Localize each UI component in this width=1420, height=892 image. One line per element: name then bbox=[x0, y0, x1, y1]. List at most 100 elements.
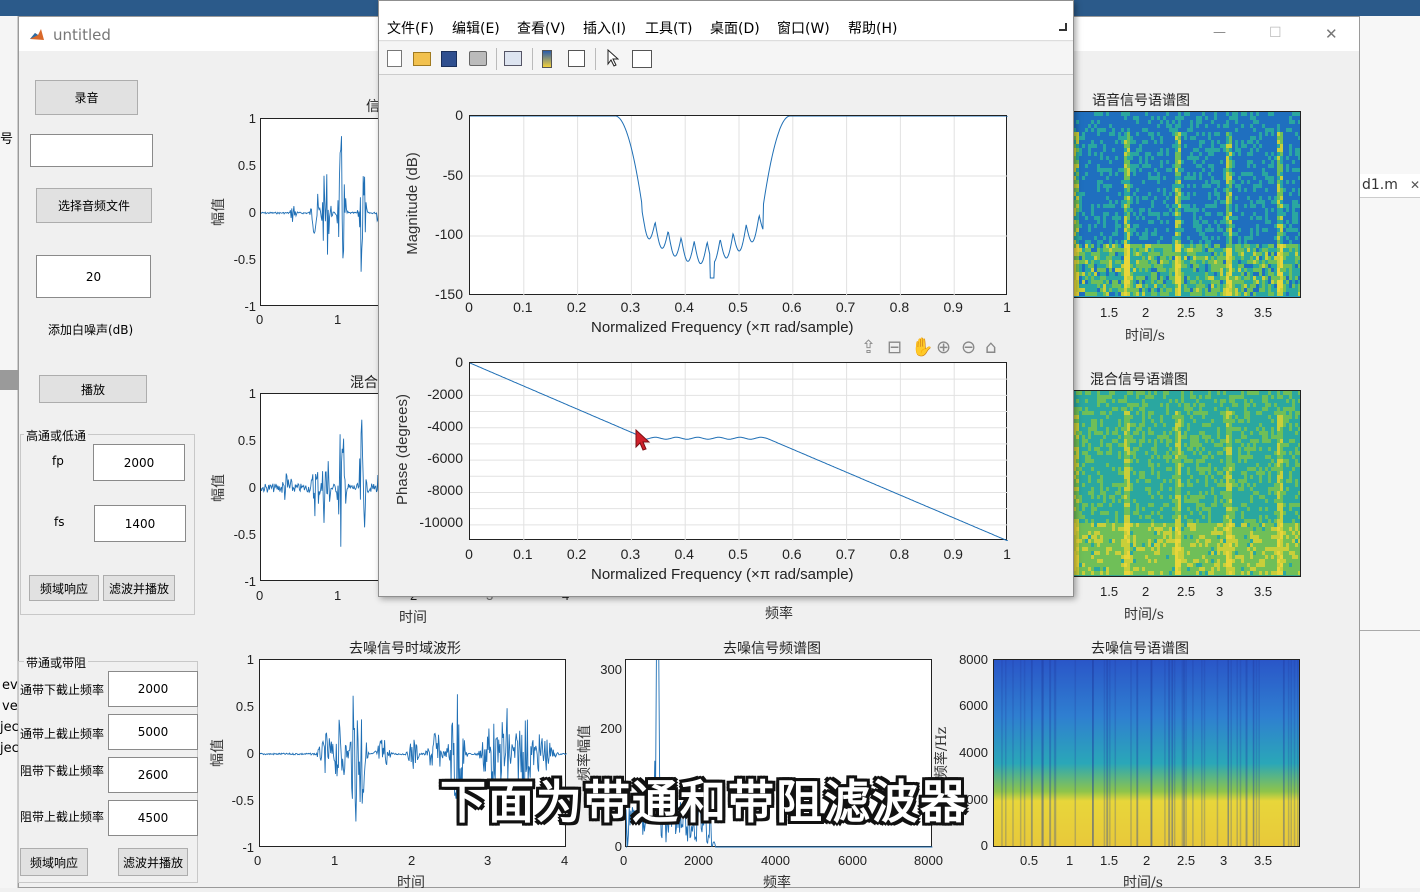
spectro-cell bbox=[1295, 256, 1298, 260]
bs-high-field[interactable]: 4500 bbox=[108, 800, 198, 836]
spectro-cell bbox=[1247, 224, 1250, 228]
spectro-cell bbox=[1121, 551, 1124, 555]
spectro-cell bbox=[1085, 116, 1088, 120]
spectro-cell bbox=[1187, 236, 1190, 240]
minimize-button[interactable]: — bbox=[1213, 25, 1226, 40]
spectro-cell bbox=[1097, 148, 1100, 152]
spectro-cell bbox=[1103, 519, 1106, 523]
tick-label: -1 bbox=[226, 574, 256, 589]
spectro-cell bbox=[1181, 288, 1184, 292]
spectro-cell bbox=[1154, 499, 1157, 503]
fs-field[interactable]: 1400 bbox=[94, 505, 186, 542]
spectro-cell bbox=[1136, 531, 1139, 535]
spectro-cell bbox=[1154, 463, 1157, 467]
spectro-cell bbox=[1103, 176, 1106, 180]
spectro-cell bbox=[1223, 200, 1226, 204]
spectro-cell bbox=[1163, 236, 1166, 240]
spectro-cell bbox=[1082, 447, 1085, 451]
spectro-cell bbox=[1121, 495, 1124, 499]
spectro-cell bbox=[1154, 539, 1157, 543]
spectro-cell bbox=[1112, 403, 1115, 407]
spectro-cell bbox=[1241, 132, 1244, 136]
choose-file-button[interactable]: 选择音频文件 bbox=[36, 188, 152, 223]
freq-response-button-1[interactable]: 频域响应 bbox=[29, 575, 99, 601]
spectro-cell bbox=[1292, 268, 1295, 272]
filter-play-button-1[interactable]: 滤波并播放 bbox=[103, 575, 175, 601]
spectro-cell bbox=[1091, 208, 1094, 212]
spectro-cell bbox=[1202, 248, 1205, 252]
spectro-cell bbox=[1145, 140, 1148, 144]
spectro-cell bbox=[1139, 483, 1142, 487]
bs-low-field[interactable]: 2600 bbox=[108, 757, 198, 793]
spectro-cell bbox=[1118, 495, 1121, 499]
spectro-cell bbox=[1085, 120, 1088, 124]
spectro-cell bbox=[1091, 535, 1094, 539]
bp-high-field[interactable]: 5000 bbox=[108, 714, 198, 750]
spectro-cell bbox=[1262, 236, 1265, 240]
file-name-field[interactable] bbox=[30, 134, 153, 167]
bg-editor-tab[interactable]: d1.m ✕ bbox=[1360, 174, 1420, 198]
spectro-cell bbox=[1136, 216, 1139, 220]
spectro-cell bbox=[1208, 224, 1211, 228]
spectro-cell bbox=[1094, 447, 1097, 451]
spectro-cell bbox=[1109, 132, 1112, 136]
spectro-cell bbox=[1196, 264, 1199, 268]
spectro-cell bbox=[1229, 192, 1232, 196]
spectro-cell bbox=[1151, 176, 1154, 180]
freq-response-button-2[interactable]: 频域响应 bbox=[20, 848, 88, 876]
maximize-button[interactable]: ☐ bbox=[1269, 25, 1282, 41]
spectro-cell bbox=[1256, 148, 1259, 152]
spectro-cell bbox=[1238, 112, 1241, 116]
spectro-cell bbox=[1280, 204, 1283, 208]
spectro-cell bbox=[1076, 487, 1079, 491]
spectro-cell bbox=[1220, 260, 1223, 264]
spectro-cell bbox=[1139, 192, 1142, 196]
spectro-cell bbox=[1298, 208, 1301, 212]
spectro-cell bbox=[1079, 284, 1082, 288]
spectro-cell bbox=[1169, 228, 1172, 232]
spectro-cell bbox=[1211, 148, 1214, 152]
spectro-cell bbox=[1229, 224, 1232, 228]
spectro-cell bbox=[1106, 439, 1109, 443]
spectro-cell bbox=[1163, 439, 1166, 443]
spectro-cell bbox=[1223, 228, 1226, 232]
spectro-cell bbox=[1127, 463, 1130, 467]
spectro-cell bbox=[1157, 248, 1160, 252]
play-button[interactable]: 播放 bbox=[39, 375, 147, 403]
spectro-cell bbox=[1259, 280, 1262, 284]
spectro-cell bbox=[1184, 188, 1187, 192]
spectro-cell bbox=[1130, 471, 1133, 475]
spectro-cell bbox=[1193, 200, 1196, 204]
spectro-cell bbox=[1274, 152, 1277, 156]
bp-low-field[interactable]: 2000 bbox=[108, 671, 198, 707]
spectro-cell bbox=[1298, 236, 1301, 240]
spectro-cell bbox=[1235, 128, 1238, 132]
spectro-cell bbox=[1166, 164, 1169, 168]
spectro-cell bbox=[1082, 459, 1085, 463]
spectro-cell bbox=[1127, 455, 1130, 459]
spectro-cell bbox=[1289, 148, 1292, 152]
close-icon[interactable]: ✕ bbox=[1410, 178, 1420, 192]
spectro-cell bbox=[1106, 567, 1109, 571]
spectro-cell bbox=[1142, 527, 1145, 531]
spectro-cell bbox=[1163, 256, 1166, 260]
spectro-cell bbox=[1172, 180, 1175, 184]
spectro-cell bbox=[1181, 252, 1184, 256]
spectro-cell bbox=[1139, 491, 1142, 495]
spectro-cell bbox=[1139, 144, 1142, 148]
record-button[interactable]: 录音 bbox=[35, 80, 138, 115]
spectro-cell bbox=[1079, 248, 1082, 252]
spectro-cell bbox=[1295, 212, 1298, 216]
spectro-cell bbox=[1250, 256, 1253, 260]
spectro-cell bbox=[1097, 284, 1100, 288]
filter-play-button-2[interactable]: 滤波并播放 bbox=[118, 848, 188, 876]
fp-field[interactable]: 2000 bbox=[93, 444, 185, 481]
close-button[interactable]: ✕ bbox=[1325, 25, 1338, 43]
spectro-cell bbox=[1208, 244, 1211, 248]
spectro-cell bbox=[1256, 228, 1259, 232]
spectro-cell bbox=[1136, 200, 1139, 204]
spectro-cell bbox=[1076, 176, 1079, 180]
snr-field[interactable]: 20 bbox=[36, 255, 151, 298]
spectro-cell bbox=[1097, 252, 1100, 256]
spectro-cell bbox=[1130, 208, 1133, 212]
